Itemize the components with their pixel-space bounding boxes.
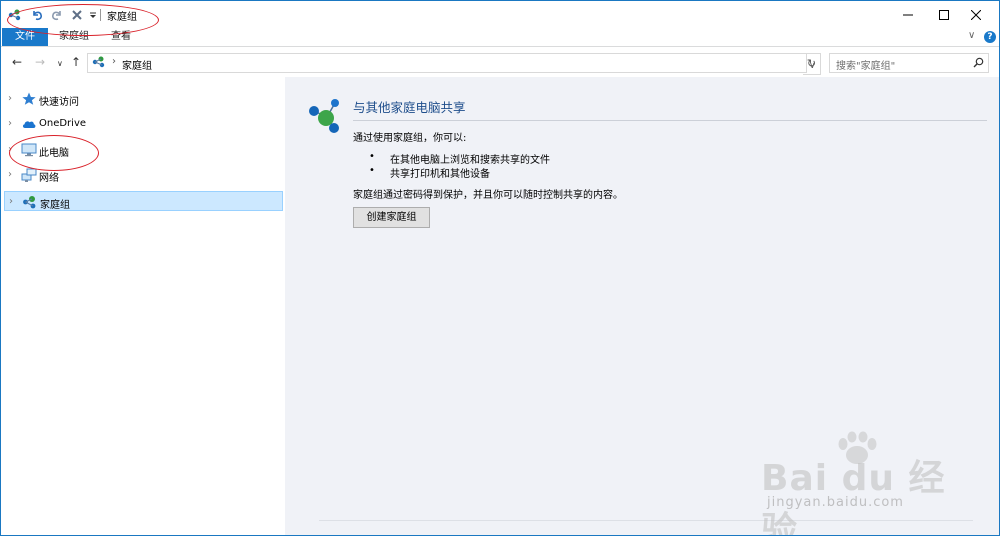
search-input[interactable]: 搜索"家庭组"	[836, 57, 895, 72]
divider	[353, 120, 987, 121]
close-icon	[971, 9, 981, 20]
feature-item: 共享打印机和其他设备	[390, 169, 490, 180]
maximize-icon	[939, 9, 949, 20]
nav-item-onedrive[interactable]: › OneDrive	[4, 114, 283, 134]
nav-item-quick-access[interactable]: › 快速访问	[4, 89, 283, 109]
homegroup-logo-icon	[309, 99, 339, 133]
baidu-watermark: Bai du 经验 jingyan.baidu.com	[761, 429, 961, 535]
expand-chevron-icon[interactable]: ›	[9, 196, 13, 207]
nav-item-label: OneDrive	[39, 118, 87, 129]
ribbon-tabs: 文件 家庭组 查看 ∨ ?	[1, 28, 999, 47]
breadcrumb-homegroup[interactable]: 家庭组	[122, 57, 152, 72]
cloud-icon	[22, 121, 36, 128]
homegroup-icon	[92, 56, 105, 68]
expand-chevron-icon[interactable]: ›	[8, 118, 12, 129]
homegroup-icon	[23, 196, 36, 209]
address-row: ← → ∨ ↑ › 家庭组 ∨ ↻ 搜索"家庭组"	[1, 47, 999, 77]
address-bar[interactable]: › 家庭组 ∨	[87, 53, 816, 73]
ribbon-expand-icon[interactable]: ∨	[968, 30, 975, 41]
star-icon	[22, 92, 36, 105]
create-homegroup-button[interactable]: 创建家庭组	[353, 207, 430, 228]
explorer-window: 家庭组 文件 家庭组 查看 ∨ ? ← → ∨ ↑ › 家庭组 ∨ ↻ 搜索"家	[0, 0, 1000, 536]
nav-item-homegroup[interactable]: › 家庭组	[4, 191, 283, 211]
expand-chevron-icon[interactable]: ›	[8, 93, 12, 104]
refresh-button[interactable]: ↻	[803, 53, 821, 75]
minimize-icon	[903, 14, 913, 15]
help-icon[interactable]: ?	[984, 31, 996, 43]
up-button[interactable]: ↑	[71, 56, 81, 68]
watermark-url: jingyan.baidu.com	[767, 495, 904, 510]
annotation-ellipse	[7, 4, 159, 36]
nav-item-label: 快速访问	[39, 97, 79, 108]
close-button[interactable]	[953, 1, 999, 28]
recent-locations-button[interactable]: ∨	[57, 58, 63, 70]
description-text: 家庭组通过密码得到保护，并且你可以随时控制共享的内容。	[353, 190, 623, 201]
page-title: 与其他家庭电脑共享	[353, 100, 466, 115]
watermark-text: Bai du 经验	[761, 458, 946, 536]
annotation-ellipse	[9, 135, 99, 171]
search-icon[interactable]	[973, 57, 984, 68]
expand-chevron-icon[interactable]: ›	[8, 169, 12, 180]
bullet-mark: •	[369, 165, 375, 176]
back-button[interactable]: ←	[12, 56, 22, 68]
feature-item: 在其他电脑上浏览和搜索共享的文件	[390, 155, 550, 166]
bullet-mark: •	[369, 151, 375, 162]
breadcrumb-chevron[interactable]: ›	[112, 56, 116, 67]
search-box[interactable]: 搜索"家庭组"	[829, 53, 989, 73]
intro-text: 通过使用家庭组，你可以:	[353, 133, 467, 144]
nav-item-label: 网络	[39, 173, 59, 184]
forward-button[interactable]: →	[35, 56, 45, 68]
nav-item-label: 家庭组	[40, 200, 70, 211]
